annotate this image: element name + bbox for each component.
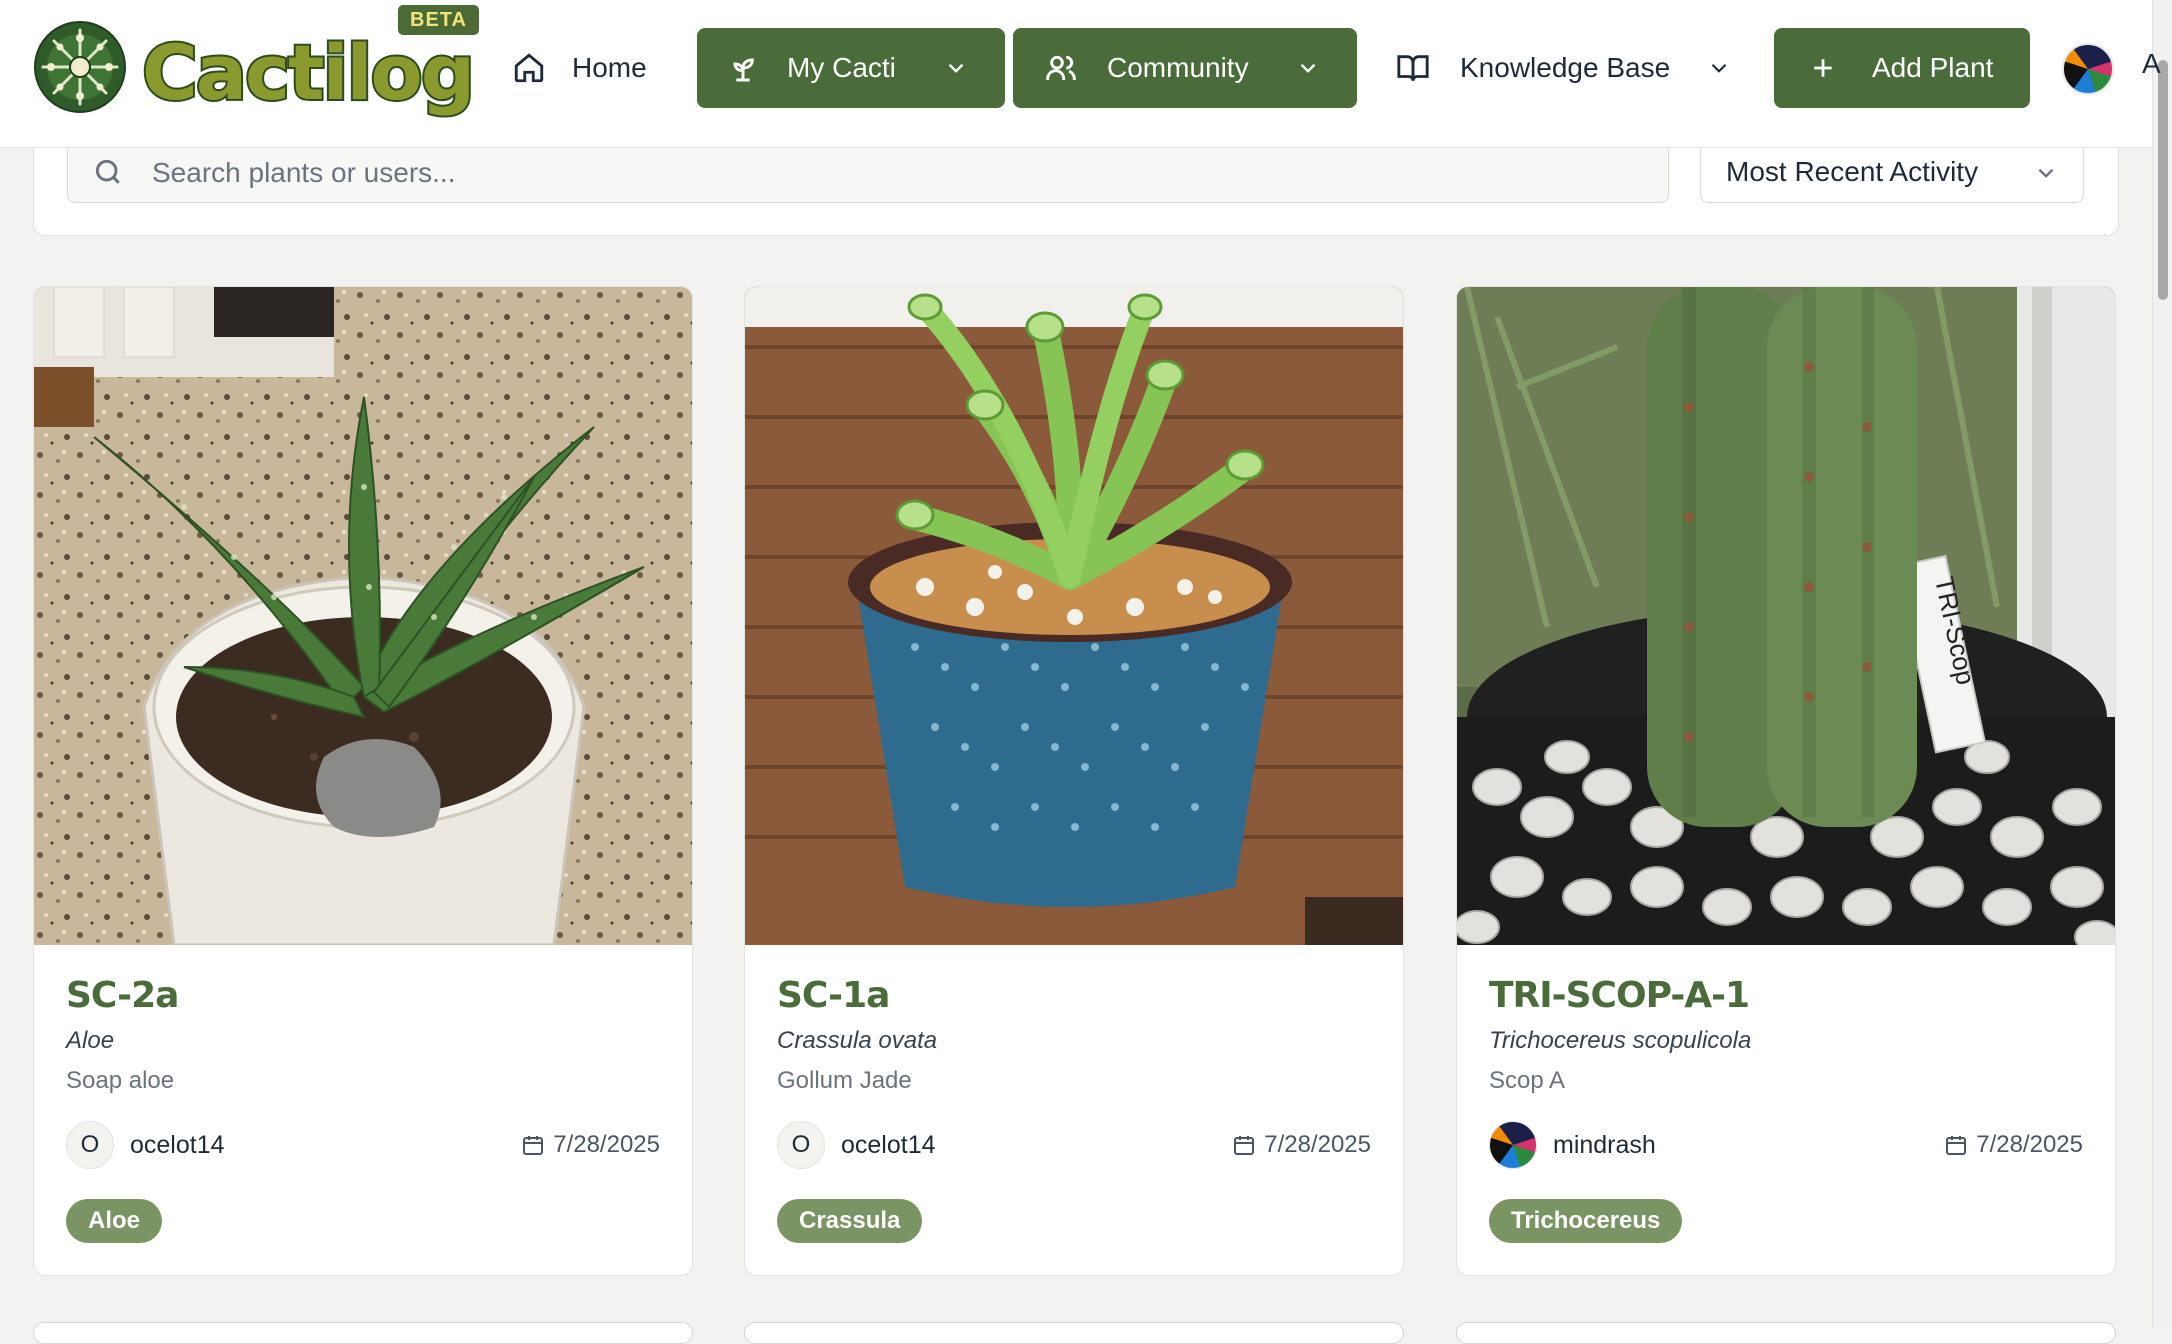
nav-my-cacti-label: My Cacti xyxy=(787,52,896,83)
plant-common-name: Gollum Jade xyxy=(777,1067,912,1094)
plant-card-partial[interactable] xyxy=(744,1322,1404,1344)
sort-dropdown[interactable]: Most Recent Activity xyxy=(1700,141,2084,203)
plant-date-text: 7/28/2025 xyxy=(1976,1131,2083,1158)
user-avatar[interactable] xyxy=(2062,43,2114,95)
genus-tag[interactable]: Aloe xyxy=(66,1199,163,1243)
chevron-down-icon xyxy=(948,63,964,73)
calendar-icon xyxy=(1946,1136,1967,1155)
plant-card[interactable]: SC-1a Crassula ovata Gollum Jade O ocelo… xyxy=(744,286,1404,1276)
plant-photo[interactable] xyxy=(34,287,692,945)
plant-card[interactable]: SC-2a Aloe Soap aloe O ocelot14 7/28/202… xyxy=(33,286,693,1276)
owner-username[interactable]: ocelot14 xyxy=(841,1131,936,1160)
plus-icon xyxy=(1814,59,1832,77)
nav-community-button[interactable]: Community xyxy=(1013,28,1357,108)
plant-name[interactable]: SC-2a xyxy=(66,975,179,1016)
plant-common-name: Scop A xyxy=(1489,1067,1566,1094)
nav-knowledge-base-menu[interactable]: Knowledge Base xyxy=(1396,28,1732,108)
search-icon xyxy=(95,159,120,184)
chevron-down-icon xyxy=(1300,63,1316,73)
owner-avatar[interactable]: O xyxy=(777,1121,825,1169)
users-icon xyxy=(1046,55,1076,80)
calendar-icon xyxy=(1234,1136,1255,1155)
plant-date-text: 7/28/2025 xyxy=(553,1131,660,1158)
add-plant-button[interactable]: Add Plant xyxy=(1774,28,2030,108)
nav-knowledge-base-label: Knowledge Base xyxy=(1460,52,1671,83)
sprout-icon xyxy=(733,58,754,82)
plant-name[interactable]: SC-1a xyxy=(777,975,890,1016)
nav-community-label: Community xyxy=(1107,52,1249,83)
nav-my-cacti-button[interactable]: My Cacti xyxy=(697,28,1005,108)
plant-species: Trichocereus scopulicola xyxy=(1489,1027,1752,1054)
cactilog-logo-icon[interactable] xyxy=(33,20,127,114)
chevron-down-icon xyxy=(2038,168,2054,178)
genus-tag[interactable]: Trichocereus xyxy=(1489,1199,1683,1243)
genus-tag[interactable]: Crassula xyxy=(777,1199,923,1243)
plant-card-partial[interactable] xyxy=(33,1322,693,1344)
nav-home-label: Home xyxy=(572,52,647,83)
scrollbar-thumb[interactable] xyxy=(2158,60,2168,300)
plant-date: 7/28/2025 xyxy=(1944,1131,2083,1159)
plant-card[interactable]: TRI-Scop TRI-SCOP-A-1 Trichocereus scopu… xyxy=(1456,286,2116,1276)
page-scrollbar[interactable] xyxy=(2152,0,2172,1328)
beta-badge: BETA xyxy=(398,5,479,35)
plant-card-partial[interactable] xyxy=(1456,1322,2116,1344)
home-icon xyxy=(514,53,544,83)
add-plant-label: Add Plant xyxy=(1872,52,1994,83)
plant-date-text: 7/28/2025 xyxy=(1264,1131,1371,1158)
plant-photo[interactable] xyxy=(745,287,1403,945)
calendar-icon xyxy=(523,1136,544,1155)
truncated-nav-text: A xyxy=(2142,48,2161,79)
plant-common-name: Soap aloe xyxy=(66,1067,175,1094)
sort-selected-label: Most Recent Activity xyxy=(1726,156,1979,187)
plant-date: 7/28/2025 xyxy=(1232,1131,1371,1159)
brand-wordmark[interactable]: Cactilog xyxy=(140,26,477,119)
search-field[interactable] xyxy=(67,141,1669,203)
owner-username[interactable]: mindrash xyxy=(1553,1131,1656,1160)
plant-species: Crassula ovata xyxy=(777,1027,938,1054)
top-navigation-bar: Cactilog BETA Home My Cacti Community Kn… xyxy=(0,0,2161,148)
plant-date: 7/28/2025 xyxy=(521,1131,660,1159)
owner-avatar[interactable] xyxy=(1489,1121,1537,1169)
nav-home-link[interactable]: Home xyxy=(512,28,647,108)
plant-species: Aloe xyxy=(66,1027,115,1054)
owner-username[interactable]: ocelot14 xyxy=(130,1131,225,1160)
chevron-down-icon xyxy=(1711,63,1727,73)
book-open-icon xyxy=(1397,55,1429,82)
search-input[interactable] xyxy=(150,152,1634,194)
owner-avatar[interactable]: O xyxy=(66,1121,114,1169)
plant-name[interactable]: TRI-SCOP-A-1 xyxy=(1489,975,1750,1016)
plant-photo[interactable]: TRI-Scop xyxy=(1457,287,2115,945)
